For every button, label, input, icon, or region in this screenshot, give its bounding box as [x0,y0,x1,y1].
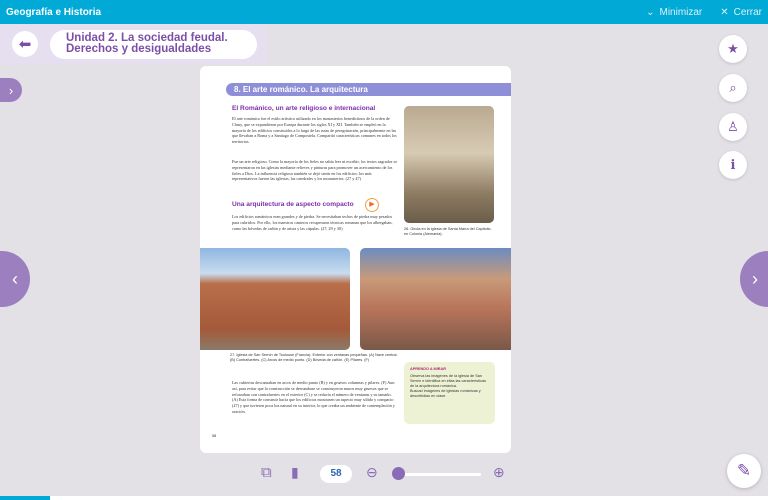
zoom-out-button[interactable]: ⊖ [366,464,378,481]
zoom-slider-handle[interactable] [392,467,405,480]
basilica-nave-photo[interactable] [360,248,511,350]
double-page-view-button[interactable]: ⧉ [261,464,272,481]
close-button[interactable]: ✕ Cerrar [720,7,762,18]
person-icon: ♙ [727,119,739,134]
paragraph: Fue un arte religioso. Como la mayoría d… [232,159,397,182]
basilica-exterior-photo[interactable] [200,248,350,350]
activity-title: APRENDO A MIRAR [410,367,446,371]
progress-fill [0,496,50,500]
double-page-icon: ⧉ [261,464,272,481]
close-icon: ✕ [720,6,729,18]
zoom-out-icon: ⊖ [366,464,378,480]
next-page-button[interactable]: › [740,251,768,307]
play-video-button[interactable]: ▶ [365,198,379,212]
previous-page-button[interactable]: ‹ [0,251,30,307]
caption: 27. Iglesia de San Sernín de Toulouse (F… [230,353,398,362]
single-page-view-button[interactable]: ▮ [291,464,299,481]
page-folio: 58 [212,434,217,438]
back-button[interactable]: ⬅ [12,31,38,57]
chevron-down-icon: ⌄ [646,6,655,18]
page-number-input[interactable]: 58 [320,465,352,483]
zoom-in-button[interactable]: ⊕ [493,464,505,481]
section-title: 8. El arte románico. La arquitectura [226,83,511,96]
caption: 26. Girola en la iglesia de Santa María … [404,227,492,236]
favorite-button[interactable]: ★ [719,35,747,63]
minimize-button[interactable]: ⌄ Minimizar [646,7,702,18]
search-icon: ⌕ [729,80,737,95]
unit-title: Unidad 2. La sociedad feudal. Derechos y … [50,30,257,59]
chevron-right-icon: › [752,268,758,289]
paragraph: Las cubiertas descansaban en arcos de me… [232,380,395,414]
book-page: 8. El arte románico. La arquitectura El … [200,66,511,453]
accessibility-button[interactable]: ♙ [719,113,747,141]
heading: El Románico, un arte religioso e interna… [232,105,376,112]
top-bar: Geografía e Historia ⌄ Minimizar ✕ Cerrar [0,0,768,24]
info-icon: i [730,157,736,173]
pencil-icon: ✎ [736,461,752,480]
paragraph: Los edificios románicos eran grandes y d… [232,214,393,231]
arrow-left-icon: ⬅ [18,36,32,53]
zoom-in-icon: ⊕ [493,464,505,480]
church-interior-photo[interactable] [404,106,494,223]
play-icon: ▶ [369,201,375,208]
reading-progress-bar [0,496,768,500]
single-page-icon: ▮ [291,464,299,480]
star-icon: ★ [727,41,739,56]
annotate-button[interactable]: ✎ [727,454,761,488]
activity-box: APRENDO A MIRAR Observa las imágenes de … [404,362,495,424]
paragraph: El arte románico fue el estilo artístico… [232,116,397,145]
open-sidebar-button[interactable]: › [0,78,22,102]
chevron-left-icon: ‹ [12,268,18,289]
activity-item: Observa las imágenes de la iglesia de Sa… [410,374,486,388]
info-button[interactable]: i [719,151,747,179]
activity-item: Buscad imágenes de iglesias románicas y … [410,389,481,398]
app-title: Geografía e Historia [6,6,102,18]
search-button[interactable]: ⌕ [719,74,747,102]
heading: Una arquitectura de aspecto compacto [232,201,354,208]
chevron-right-icon: › [8,82,14,98]
zoom-slider[interactable] [395,473,481,476]
